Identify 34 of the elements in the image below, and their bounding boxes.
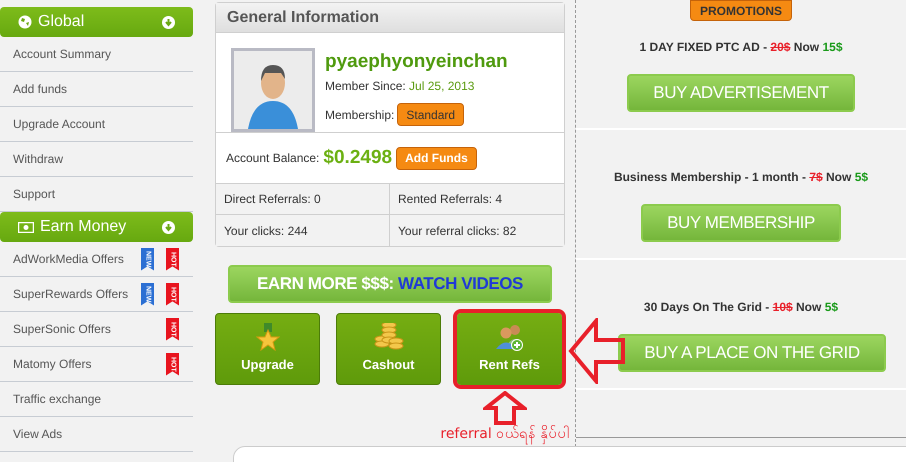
promotions-badge: PROMOTIONS bbox=[690, 0, 792, 21]
stat-cell: Direct Referrals: 0 bbox=[216, 184, 390, 215]
avatar-icon bbox=[231, 48, 315, 132]
member-since-label: Member Since: bbox=[325, 79, 406, 93]
sidebar-item[interactable]: View Ads bbox=[0, 417, 193, 452]
globe-icon bbox=[18, 15, 32, 29]
stat-cell: Rented Referrals: 4 bbox=[390, 184, 564, 215]
star-medal-icon bbox=[256, 323, 280, 352]
membership-badge: Standard bbox=[397, 103, 464, 126]
card-title: General Information bbox=[227, 8, 380, 28]
offer-text: 30 Days On The Grid - 10$ Now 5$ bbox=[644, 299, 838, 316]
username: pyaephyonyeinchan bbox=[325, 50, 508, 74]
sidebar-item[interactable]: Account Summary bbox=[0, 37, 193, 72]
sidebar-item[interactable]: Upgrade Account bbox=[0, 107, 193, 142]
watch-videos-banner[interactable]: EARN MORE $$$: WATCH VIDEOS bbox=[228, 265, 552, 303]
sidebar-item[interactable]: Traffic exchange bbox=[0, 382, 193, 417]
banknote-icon bbox=[18, 222, 34, 232]
offer-text: Business Membership - 1 month - 7$ Now 5$ bbox=[614, 169, 868, 186]
stat-cell: Your clicks: 244 bbox=[216, 215, 390, 246]
down-arrow-icon[interactable] bbox=[162, 220, 175, 234]
up-arrow-icon bbox=[483, 391, 527, 425]
sidebar-item[interactable]: Withdraw bbox=[0, 142, 193, 177]
annotation-text: referral ဝယ်ရန် နှိပ်ပါ bbox=[440, 425, 570, 443]
stat-cell-text: Your referral clicks: 82 bbox=[397, 222, 518, 240]
member-since-date: Jul 25, 2013 bbox=[409, 79, 474, 93]
offer-text: 1 DAY FIXED PTC AD - 20$ Now 15$ bbox=[639, 39, 843, 56]
sidebar-item[interactable]: Add funds bbox=[0, 72, 193, 107]
down-arrow-icon[interactable] bbox=[162, 16, 175, 28]
membership-label: Membership: bbox=[325, 106, 394, 124]
left-arrow-icon bbox=[568, 318, 626, 384]
coins-icon bbox=[374, 323, 404, 352]
balance-amount: $0.2498 bbox=[323, 146, 392, 170]
add-users-icon bbox=[494, 323, 524, 352]
balance-label: Account Balance: bbox=[226, 150, 320, 167]
